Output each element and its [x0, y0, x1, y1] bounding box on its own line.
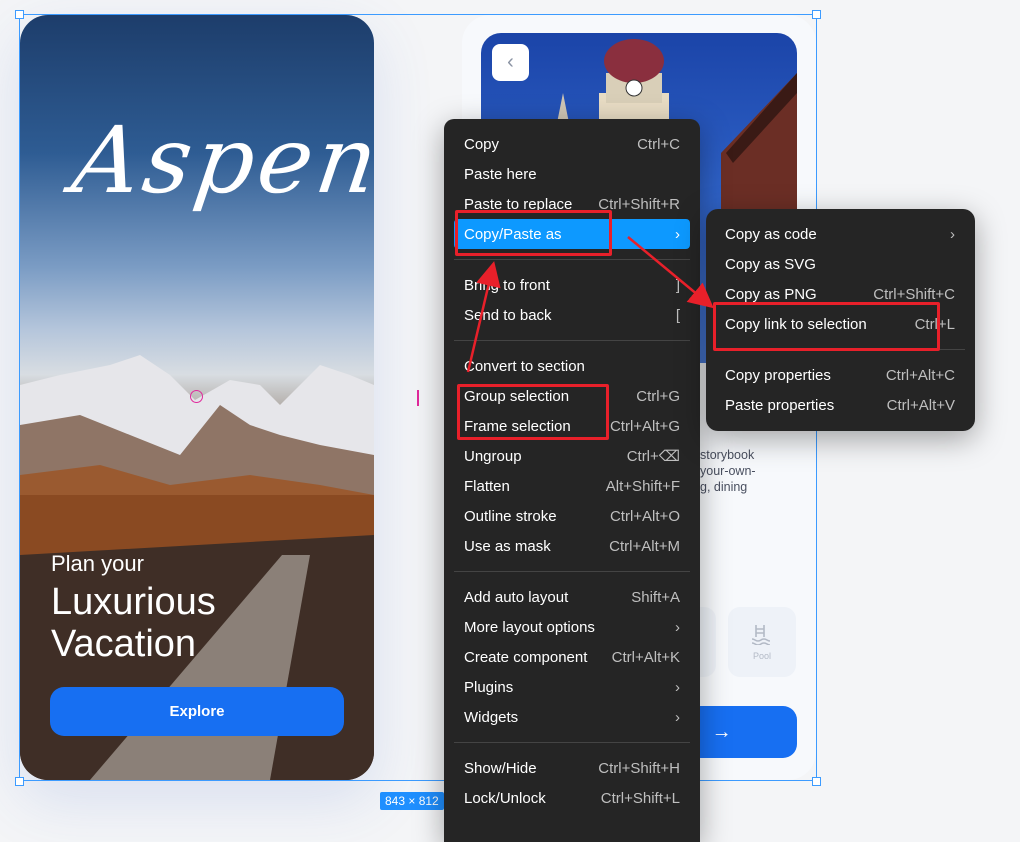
menu-item-plugins[interactable]: Plugins › — [444, 672, 700, 702]
menu-item-send-to-back[interactable]: Send to back [ — [444, 300, 700, 330]
menu-item-shortcut: Ctrl+Shift+L — [600, 789, 680, 807]
menu-item-use-as-mask[interactable]: Use as mask Ctrl+Alt+M — [444, 531, 700, 561]
menu-item-label: Copy properties — [725, 366, 831, 384]
menu-item-label: Paste here — [464, 165, 537, 183]
menu-separator — [454, 742, 690, 743]
menu-item-label: Copy — [464, 135, 500, 153]
menu-item-lock-unlock[interactable]: Lock/Unlock Ctrl+Shift+L — [444, 783, 700, 813]
menu-item-label: Show/Hide — [464, 759, 537, 777]
menu-item-shortcut: Ctrl+Alt+O — [609, 507, 680, 525]
menu-item-shortcut: Ctrl+⌫ — [626, 448, 680, 465]
menu-item-label: Send to back — [464, 306, 552, 324]
menu-item-shortcut: Ctrl+C — [637, 135, 680, 153]
menu-item-widgets[interactable]: Widgets › — [444, 702, 700, 732]
menu-item-label: Outline stroke — [464, 507, 557, 525]
annotation-box-copy-link — [713, 302, 940, 351]
menu-item-shortcut: Alt+Shift+F — [605, 477, 680, 495]
resize-handle-tr[interactable] — [812, 10, 821, 19]
menu-item-label: Ungroup — [464, 447, 522, 465]
menu-separator — [454, 259, 690, 260]
menu-item-paste-here[interactable]: Paste here — [444, 159, 700, 189]
menu-item-shortcut: Ctrl+Alt+C — [885, 366, 955, 384]
menu-item-label: Bring to front — [464, 276, 550, 294]
chevron-right-icon: › — [950, 225, 955, 243]
menu-item-label: Copy as code — [725, 225, 817, 243]
menu-item-label: Convert to section — [464, 357, 585, 375]
annotation-box-copy-paste-as — [455, 210, 612, 256]
menu-item-label: Use as mask — [464, 537, 551, 555]
menu-item-label: Widgets — [464, 708, 519, 726]
menu-item-more-layout-options[interactable]: More layout options › — [444, 612, 700, 642]
menu-item-label: Create component — [464, 648, 588, 666]
resize-handle-tl[interactable] — [15, 10, 24, 19]
menu-item-copy-as-svg[interactable]: Copy as SVG — [706, 249, 975, 279]
menu-item-shortcut: Ctrl+G — [636, 387, 680, 405]
annotation-box-group-frame — [457, 384, 609, 440]
menu-item-label: Flatten — [464, 477, 510, 495]
menu-item-show-hide[interactable]: Show/Hide Ctrl+Shift+H — [444, 753, 700, 783]
menu-item-shortcut: ] — [675, 276, 680, 294]
menu-item-shortcut: Ctrl+Shift+C — [873, 285, 955, 303]
menu-item-flatten[interactable]: Flatten Alt+Shift+F — [444, 471, 700, 501]
menu-item-copy[interactable]: Copy Ctrl+C — [444, 129, 700, 159]
menu-item-copy-properties[interactable]: Copy properties Ctrl+Alt+C — [706, 360, 975, 390]
menu-item-paste-properties[interactable]: Paste properties Ctrl+Alt+V — [706, 390, 975, 420]
chevron-right-icon: › — [675, 678, 680, 696]
menu-item-label: Plugins — [464, 678, 514, 696]
menu-item-shortcut: Ctrl+Alt+V — [886, 396, 955, 414]
menu-separator — [454, 340, 690, 341]
chevron-right-icon: › — [675, 225, 680, 243]
menu-item-convert-to-section[interactable]: Convert to section — [444, 351, 700, 381]
menu-item-shortcut: Ctrl+Shift+H — [598, 759, 680, 777]
menu-item-shortcut: Ctrl+Alt+G — [609, 417, 680, 435]
menu-item-label: Add auto layout — [464, 588, 569, 606]
menu-separator — [454, 571, 690, 572]
menu-item-shortcut: Ctrl+Alt+M — [609, 537, 680, 555]
menu-item-shortcut: Ctrl+Alt+K — [611, 648, 680, 666]
menu-item-label: Copy as PNG — [725, 285, 817, 303]
menu-item-create-component[interactable]: Create component Ctrl+Alt+K — [444, 642, 700, 672]
chevron-right-icon: › — [675, 618, 680, 636]
menu-item-label: More layout options — [464, 618, 595, 636]
resize-handle-br[interactable] — [812, 777, 821, 786]
menu-item-shortcut: Shift+A — [631, 588, 680, 606]
menu-item-add-auto-layout[interactable]: Add auto layout Shift+A — [444, 582, 700, 612]
dimension-label: 843 × 812 — [380, 792, 444, 810]
menu-item-copy-as-code[interactable]: Copy as code › — [706, 219, 975, 249]
chevron-right-icon: › — [675, 708, 680, 726]
menu-item-shortcut: [ — [675, 306, 680, 324]
menu-item-label: Paste properties — [725, 396, 835, 414]
menu-item-bring-to-front[interactable]: Bring to front] — [444, 270, 700, 300]
menu-item-label: Copy as SVG — [725, 255, 816, 273]
menu-item-ungroup[interactable]: Ungroup Ctrl+⌫ — [444, 441, 700, 471]
menu-item-label: Lock/Unlock — [464, 789, 546, 807]
menu-item-outline-stroke[interactable]: Outline stroke Ctrl+Alt+O — [444, 501, 700, 531]
resize-handle-bl[interactable] — [15, 777, 24, 786]
